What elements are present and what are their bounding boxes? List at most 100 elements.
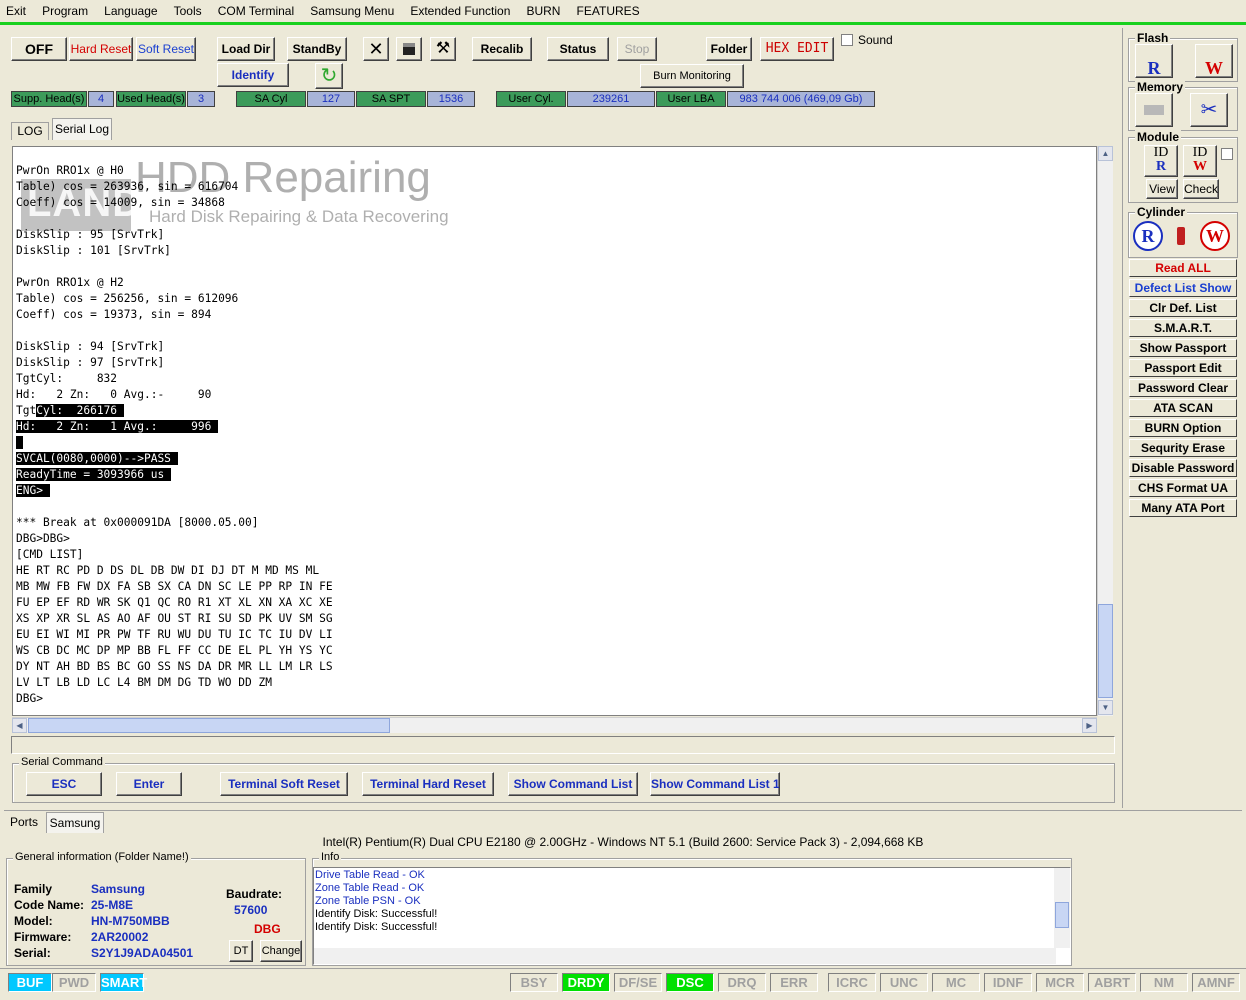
status-button[interactable]: Status [547, 37, 609, 61]
terminal-line: DBG> [16, 692, 43, 705]
enter-button[interactable]: Enter [116, 772, 182, 796]
module-checkbox[interactable] [1221, 148, 1233, 160]
module-view-button[interactable]: View [1146, 179, 1178, 199]
info-scroll-thumb[interactable] [1055, 902, 1069, 928]
menu-burn[interactable]: BURN [526, 4, 560, 18]
info-hscroll[interactable] [314, 948, 1056, 964]
standby-button[interactable]: StandBy [287, 37, 347, 61]
terminal-line: LV LT LB LD LC L4 BM DM DG TD WO DD ZM [16, 676, 272, 689]
sidebar-button-clr-def-list[interactable]: Clr Def. List [1129, 299, 1237, 317]
info-title: Info [319, 851, 342, 863]
hard-reset-button[interactable]: Hard Reset [69, 37, 133, 61]
terminal-line: DBG>DBG> [16, 532, 70, 545]
sidebar-button-chs-format-ua[interactable]: CHS Format UA [1129, 479, 1237, 497]
hex-edit-button[interactable]: HEX EDIT [760, 37, 834, 61]
status-amnf: AMNF [1192, 973, 1240, 992]
menu-extended[interactable]: Extended Function [410, 4, 510, 18]
sa-cyl-label: SA Cyl [236, 91, 306, 107]
tab-ports[interactable]: Ports [7, 815, 41, 831]
tab-serial-log[interactable]: Serial Log [52, 118, 112, 140]
baudrate-label: Baudrate: [226, 887, 283, 901]
terminal-line: TgtCyl: 266176 [16, 403, 124, 419]
sidebar-button-show-passport[interactable]: Show Passport [1129, 339, 1237, 357]
sidebar-button-s-m-a-r-t[interactable]: S.M.A.R.T. [1129, 319, 1237, 337]
terminal-output[interactable]: LAND HDD Repairing Hard Disk Repairing &… [12, 146, 1097, 716]
dt-button[interactable]: DT [229, 940, 253, 962]
module-id-write-label: ID [1192, 145, 1208, 160]
identify-button[interactable]: Identify [217, 63, 289, 87]
scroll-thumb[interactable] [1098, 604, 1113, 698]
soft-reset-button[interactable]: Soft Reset [136, 37, 196, 61]
terminal-line: PwrOn RRO1x @ H2 [16, 276, 124, 289]
status-idnf: IDNF [984, 973, 1032, 992]
cylinder-tool-button[interactable] [1174, 221, 1188, 251]
module-id-write-button[interactable]: ID W [1183, 145, 1217, 177]
sidebar-button-password-clear[interactable]: Password Clear [1129, 379, 1237, 397]
off-button[interactable]: OFF [11, 37, 67, 61]
cancel-x-button[interactable]: ✕ [363, 37, 389, 61]
terminal-line: SVCAL(0080,0000)-->PASS [16, 451, 178, 467]
esc-button[interactable]: ESC [26, 772, 102, 796]
change-button[interactable]: Change [260, 940, 302, 962]
module-read-icon: R [1155, 159, 1167, 174]
sidebar-button-passport-edit[interactable]: Passport Edit [1129, 359, 1237, 377]
model-value: HN-M750MBB [91, 914, 170, 928]
show-command-list-button[interactable]: Show Command List [508, 772, 638, 796]
scroll-up-arrow[interactable]: ▲ [1098, 146, 1113, 161]
sidebar-button-ata-scan[interactable]: ATA SCAN [1129, 399, 1237, 417]
sound-checkbox[interactable] [841, 34, 853, 46]
sidebar-button-sequrity-erase[interactable]: Sequrity Erase [1129, 439, 1237, 457]
sidebar-button-burn-option[interactable]: BURN Option [1129, 419, 1237, 437]
hscroll-left-arrow[interactable]: ◀ [12, 718, 27, 733]
cylinder-read-button[interactable]: R [1133, 221, 1163, 251]
menu-samsung[interactable]: Samsung Menu [310, 4, 394, 18]
menu-exit[interactable]: Exit [6, 4, 26, 18]
save-button[interactable] [396, 37, 422, 61]
sidebar-button-disable-password[interactable]: Disable Password [1129, 459, 1237, 477]
terminal-vscroll-track[interactable]: ▲ ▼ [1097, 146, 1113, 716]
cylinder-write-button[interactable]: W [1200, 221, 1230, 251]
firmware-value: 2AR20002 [91, 930, 149, 944]
menu-tools[interactable]: Tools [174, 4, 202, 18]
terminal-line-prefix: Tgt [16, 404, 37, 417]
folder-button[interactable]: Folder [706, 37, 752, 61]
refresh-button[interactable]: ↻ [315, 63, 343, 89]
terminal-input[interactable] [11, 736, 1115, 754]
flash-write-button[interactable]: W [1195, 44, 1233, 78]
general-info-title: General information (Folder Name!) [13, 851, 191, 863]
info-vscroll[interactable] [1054, 868, 1070, 948]
recalib-button[interactable]: Recalib [472, 37, 532, 61]
sidebar-button-read-all[interactable]: Read ALL [1129, 259, 1237, 277]
tab-log[interactable]: LOG [11, 122, 49, 140]
burn-monitoring-button[interactable]: Burn Monitoring [640, 64, 744, 88]
menu-language[interactable]: Language [104, 4, 157, 18]
module-id-read-button[interactable]: ID R [1144, 145, 1178, 177]
sa-cyl-value: 127 [307, 91, 355, 107]
terminal-hscroll[interactable]: ◀ ▶ [12, 717, 1097, 733]
tab-samsung[interactable]: Samsung [46, 812, 104, 833]
flash-read-button[interactable]: R [1135, 44, 1173, 78]
menu-program[interactable]: Program [42, 4, 88, 18]
memory-edit-button[interactable]: ✂ [1190, 93, 1228, 127]
tools-button[interactable]: ⚒ [430, 37, 456, 61]
load-dir-button[interactable]: Load Dir [217, 37, 275, 61]
menu-features[interactable]: FEATURES [577, 4, 640, 18]
menu-com-terminal[interactable]: COM Terminal [218, 4, 294, 18]
status-abrt: ABRT [1088, 973, 1136, 992]
terminal-hard-reset-button[interactable]: Terminal Hard Reset [362, 772, 494, 796]
memory-read-button[interactable] [1135, 93, 1173, 127]
scroll-down-arrow[interactable]: ▼ [1098, 700, 1113, 715]
mode-value: DBG [254, 922, 281, 936]
terminal-line: Hd: 2 Zn: 1 Avg.: 996 [16, 419, 219, 435]
stop-button[interactable]: Stop [617, 37, 657, 61]
status-drq: DRQ [718, 973, 766, 992]
module-check-button[interactable]: Check [1183, 179, 1219, 199]
sidebar-button-defect-list-show[interactable]: Defect List Show [1129, 279, 1237, 297]
terminal-line: WS CB DC MC DP MP BB FL FF CC DE EL PL Y… [16, 644, 333, 657]
terminal-line: ReadyTime = 3093966 us [16, 467, 171, 483]
hscroll-right-arrow[interactable]: ▶ [1082, 718, 1097, 733]
terminal-soft-reset-button[interactable]: Terminal Soft Reset [220, 772, 348, 796]
hscroll-thumb[interactable] [28, 718, 390, 733]
show-command-list-1-button[interactable]: Show Command List 1 [650, 772, 780, 796]
sidebar-button-many-ata-port[interactable]: Many ATA Port [1129, 499, 1237, 517]
